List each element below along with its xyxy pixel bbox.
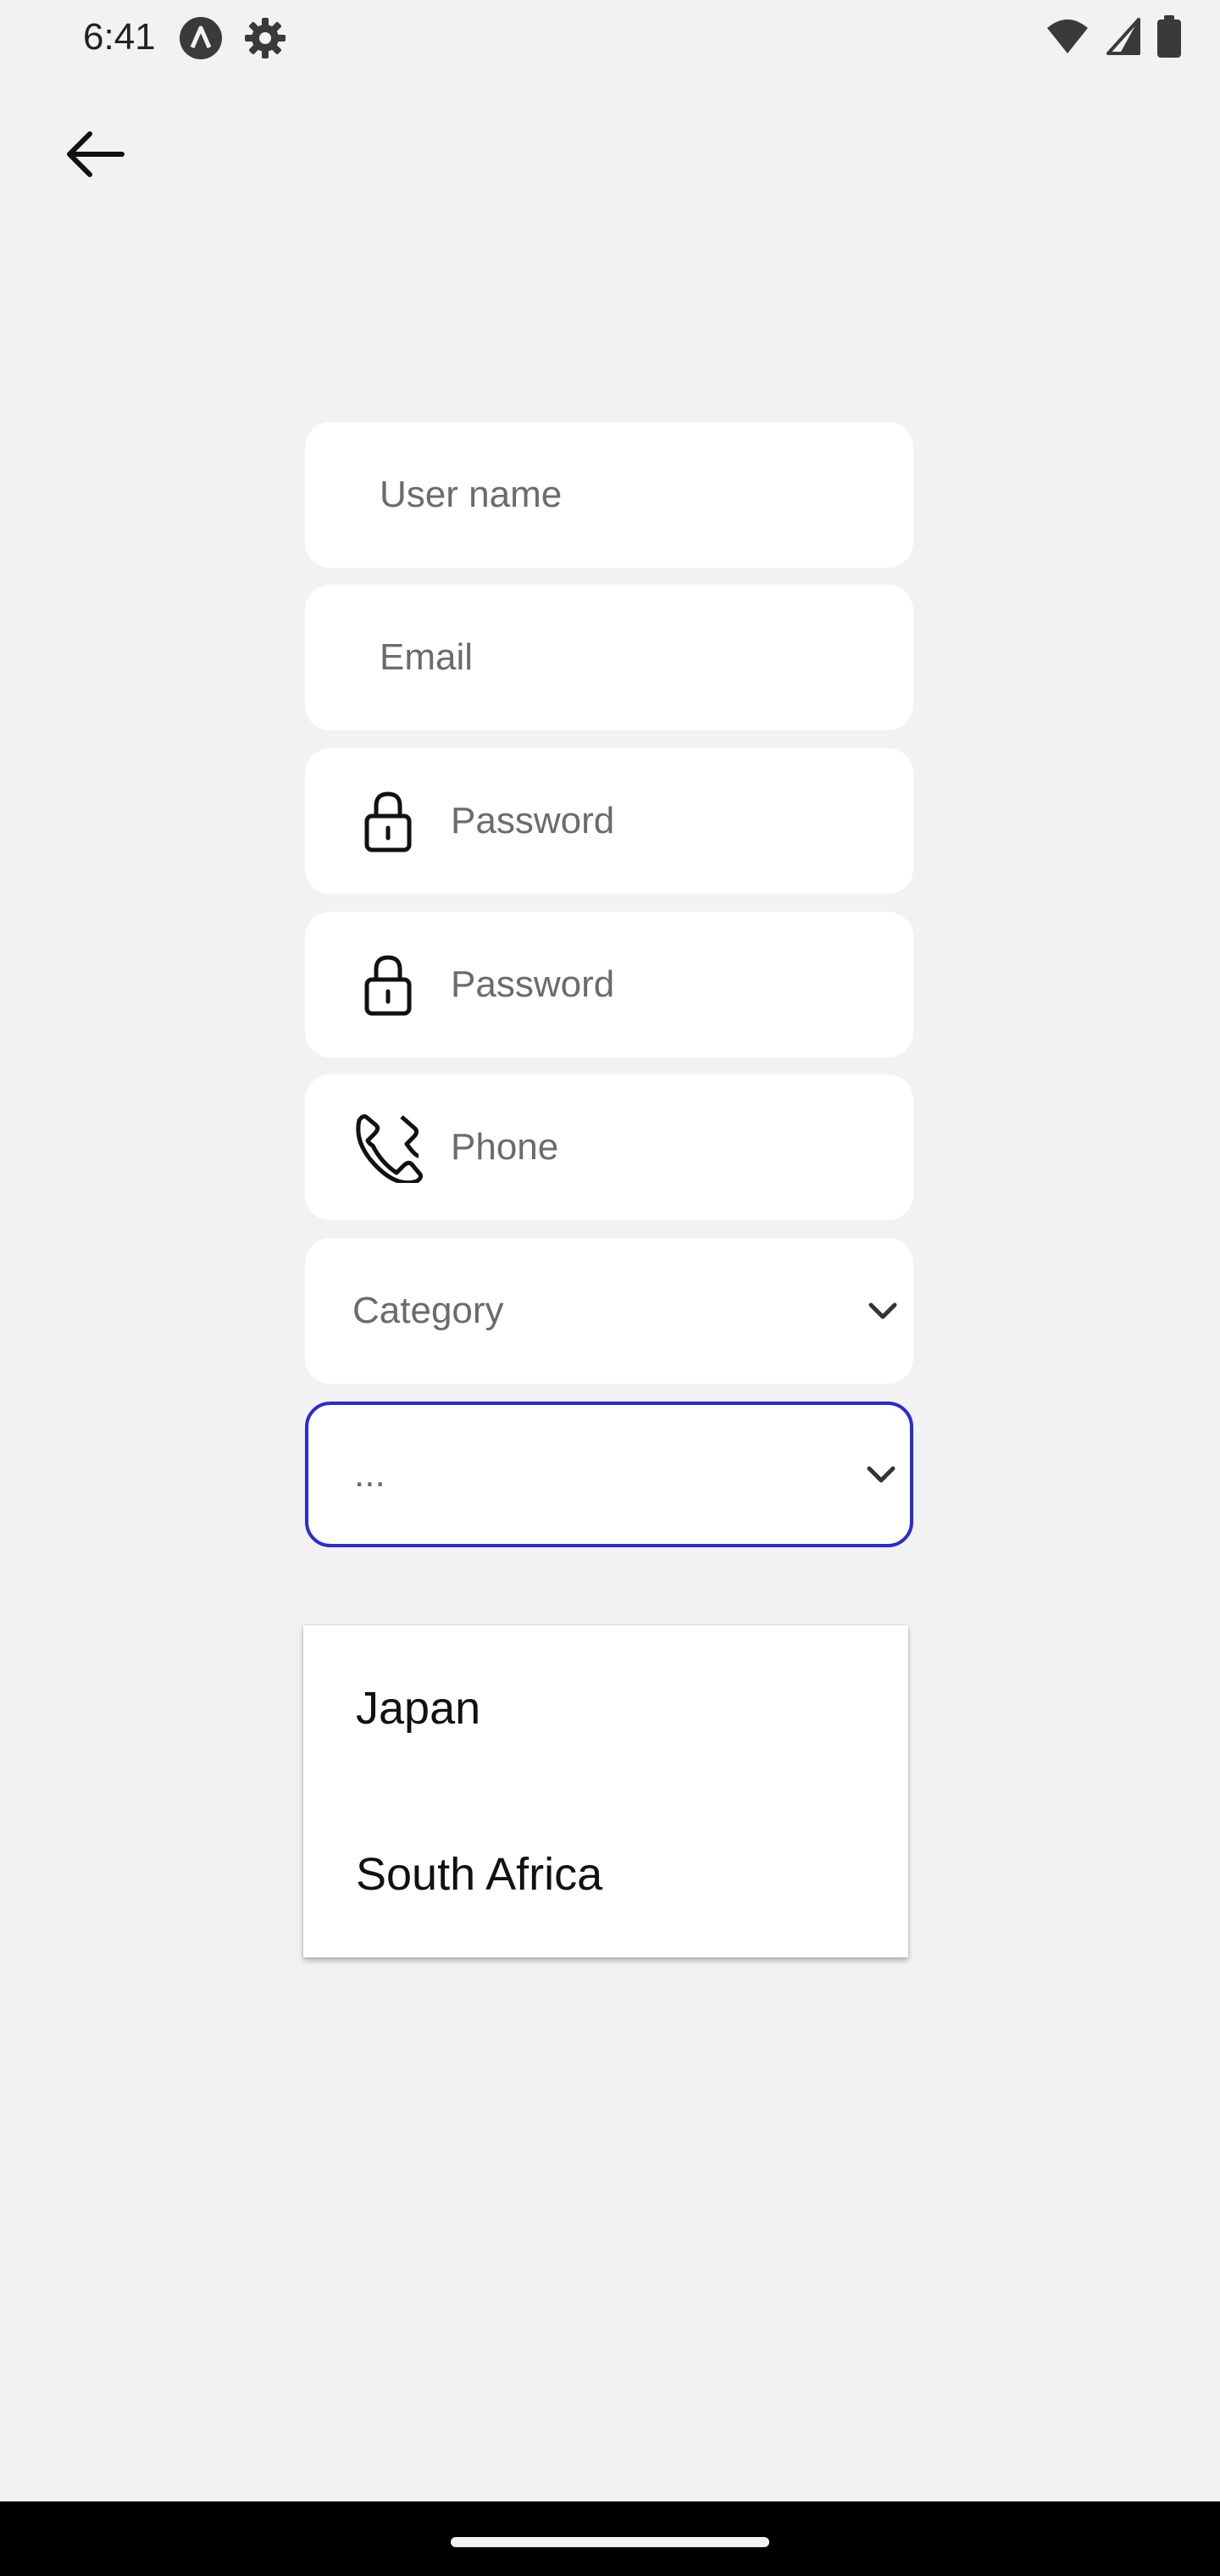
password-placeholder: Password bbox=[451, 800, 615, 841]
signal-icon bbox=[1106, 18, 1140, 55]
settings-gear-icon bbox=[245, 18, 286, 58]
chevron-down-icon bbox=[868, 1302, 897, 1319]
dropdown-option-south-africa[interactable]: South Africa bbox=[303, 1791, 908, 1957]
arrow-left-icon bbox=[67, 131, 125, 177]
wifi-icon bbox=[1047, 19, 1088, 53]
username-field[interactable]: User name bbox=[305, 422, 913, 568]
category-placeholder: Category bbox=[352, 1290, 504, 1331]
country-dropdown-menu: Japan South Africa bbox=[303, 1625, 908, 1957]
status-icons bbox=[1045, 15, 1181, 58]
country-select[interactable]: ... bbox=[305, 1402, 913, 1547]
system-nav-bar bbox=[0, 2501, 1220, 2576]
app-a-icon bbox=[180, 17, 222, 59]
confirm-password-field[interactable]: Password bbox=[305, 912, 913, 1058]
country-select-value: ... bbox=[354, 1453, 385, 1495]
status-bar: 6:41 bbox=[0, 0, 1220, 75]
lock-icon bbox=[364, 791, 412, 852]
register-screen: 6:41 User name Email Password Password P… bbox=[0, 0, 1220, 2576]
username-placeholder: User name bbox=[380, 474, 563, 515]
back-button[interactable] bbox=[59, 119, 130, 190]
confirm-password-placeholder: Password bbox=[451, 963, 615, 1005]
password-field[interactable]: Password bbox=[305, 748, 913, 894]
category-select[interactable]: Category bbox=[305, 1238, 913, 1384]
chevron-down-icon bbox=[867, 1466, 896, 1483]
status-time: 6:41 bbox=[83, 16, 156, 58]
email-placeholder: Email bbox=[380, 636, 474, 678]
email-field[interactable]: Email bbox=[305, 585, 913, 730]
phone-placeholder: Phone bbox=[451, 1126, 559, 1168]
phone-field[interactable]: Phone bbox=[305, 1074, 913, 1220]
phone-icon bbox=[356, 1114, 423, 1183]
dropdown-option-japan[interactable]: Japan bbox=[303, 1625, 908, 1791]
home-indicator[interactable] bbox=[451, 2537, 769, 2547]
battery-icon bbox=[1157, 15, 1181, 58]
lock-icon bbox=[364, 955, 412, 1016]
